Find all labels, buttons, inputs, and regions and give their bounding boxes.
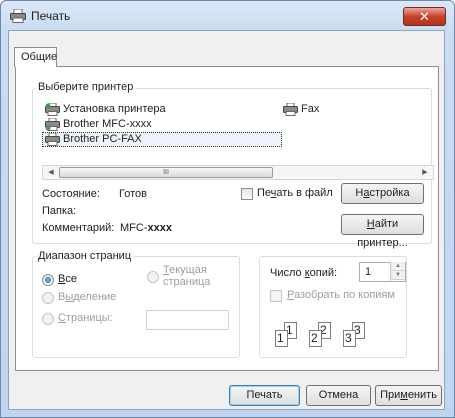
collate-page-front: 1 bbox=[275, 330, 288, 347]
status-value: Готов bbox=[119, 188, 147, 200]
print-to-file-label-pre: Пе bbox=[257, 187, 271, 199]
range-selection-post: деление bbox=[73, 291, 117, 303]
scroll-left-arrow-icon[interactable]: ◀ bbox=[44, 166, 58, 179]
apply-button-accel: м bbox=[400, 389, 408, 401]
comment-value-bold: xxxx bbox=[147, 222, 172, 234]
printer-icon bbox=[45, 133, 60, 146]
copies-label-post: опий: bbox=[309, 267, 338, 279]
copies-spinner[interactable]: ▲ ▼ bbox=[390, 262, 405, 282]
collate-label-post: азобрать по копиям bbox=[293, 289, 395, 301]
setup-button-post: стройка bbox=[369, 187, 410, 199]
find-printer-button-accel: Н bbox=[366, 218, 375, 230]
page-range-group bbox=[32, 256, 240, 358]
fax-printer-icon[interactable] bbox=[283, 103, 298, 116]
printer-item-add-printer[interactable]: Установка принтера bbox=[63, 103, 166, 115]
print-to-file-label[interactable]: Печать в файл bbox=[257, 187, 333, 199]
print-to-file-label-post: ать в файл bbox=[276, 187, 333, 199]
apply-button-post: енить bbox=[407, 389, 437, 401]
collate-label-accel: Р bbox=[287, 289, 294, 301]
select-printer-group-title: Выберите принтер bbox=[36, 81, 136, 93]
printer-icon[interactable] bbox=[45, 118, 60, 131]
close-button[interactable]: ✕ bbox=[403, 7, 446, 26]
printer-icon bbox=[10, 9, 26, 23]
range-pages-accel: С bbox=[58, 312, 66, 324]
copies-label-pre: Число bbox=[270, 267, 305, 279]
spin-down-icon[interactable]: ▼ bbox=[391, 271, 405, 280]
collate-icon: 1 1 bbox=[275, 322, 299, 349]
range-all-post: се bbox=[65, 273, 77, 285]
comment-value-prefix: MFC- bbox=[120, 222, 148, 234]
tab-general[interactable]: Общие bbox=[14, 47, 57, 67]
copies-label: Число копий: bbox=[270, 267, 337, 279]
range-selection-label[interactable]: Выделение bbox=[58, 291, 116, 303]
folder-label: Папка: bbox=[42, 205, 77, 217]
collate-checkbox[interactable] bbox=[270, 290, 282, 302]
window-title: Печать bbox=[31, 9, 71, 23]
range-pages-radio[interactable] bbox=[42, 313, 54, 325]
copies-value: 1 bbox=[365, 266, 372, 278]
printer-item-fax[interactable]: Fax bbox=[301, 103, 319, 115]
collate-page-front: 2 bbox=[309, 330, 322, 347]
range-current-page-radio[interactable] bbox=[147, 271, 159, 283]
range-current-page-label-line1[interactable]: Текущая bbox=[163, 264, 207, 276]
cancel-button[interactable]: Отмена bbox=[306, 385, 371, 406]
collate-label[interactable]: Разобрать по копиям bbox=[287, 289, 395, 301]
range-pages-label[interactable]: Страницы: bbox=[58, 312, 113, 324]
print-button[interactable]: Печать bbox=[229, 385, 300, 406]
range-pages-post: траницы: bbox=[65, 312, 113, 324]
find-printer-button-post: айти принтер... bbox=[357, 218, 408, 249]
collate-icon: 3 3 bbox=[343, 322, 367, 349]
tab-general-label: Общие bbox=[21, 51, 58, 63]
printer-item-brother-mfc[interactable]: Brother MFC-xxxx bbox=[63, 118, 152, 130]
find-printer-button[interactable]: Найти принтер... bbox=[341, 214, 424, 249]
copies-input[interactable]: 1 ▲ ▼ bbox=[359, 262, 406, 282]
spin-up-icon[interactable]: ▲ bbox=[391, 262, 405, 271]
range-selection-radio[interactable] bbox=[42, 292, 54, 304]
printer-list-hscrollbar[interactable]: ◀ III ▶ bbox=[42, 165, 434, 180]
collate-icon: 2 2 bbox=[309, 322, 333, 349]
close-icon: ✕ bbox=[419, 9, 430, 24]
radio-selected-dot bbox=[45, 277, 51, 283]
title-bar[interactable]: Печать ✕ bbox=[1, 1, 454, 31]
scroll-thumb-grip: III bbox=[163, 169, 169, 176]
apply-button-pre: При bbox=[380, 389, 401, 401]
page-range-group-title: Диапазон страниц bbox=[36, 250, 134, 262]
range-current-page-label-line2[interactable]: страница bbox=[163, 276, 210, 288]
range-all-label[interactable]: Все bbox=[58, 273, 77, 285]
comment-label: Комментарий: bbox=[42, 222, 115, 234]
scroll-thumb[interactable]: III bbox=[59, 167, 273, 178]
status-label: Состояние: bbox=[42, 188, 100, 200]
comment-value: MFC-xxxx bbox=[120, 222, 172, 234]
printer-item-brother-pcfax-label: Brother PC-FAX bbox=[63, 133, 142, 145]
range-all-radio[interactable] bbox=[42, 274, 54, 286]
add-printer-icon[interactable] bbox=[45, 103, 60, 116]
pages-input[interactable] bbox=[146, 310, 229, 330]
range-current-page-post: екущая bbox=[169, 264, 207, 276]
collate-page-front: 3 bbox=[343, 330, 356, 347]
apply-button[interactable]: Применить bbox=[375, 385, 442, 406]
setup-button[interactable]: Настройка bbox=[341, 183, 424, 204]
print-to-file-checkbox[interactable] bbox=[241, 188, 253, 200]
scroll-right-arrow-icon[interactable]: ▶ bbox=[418, 166, 432, 179]
